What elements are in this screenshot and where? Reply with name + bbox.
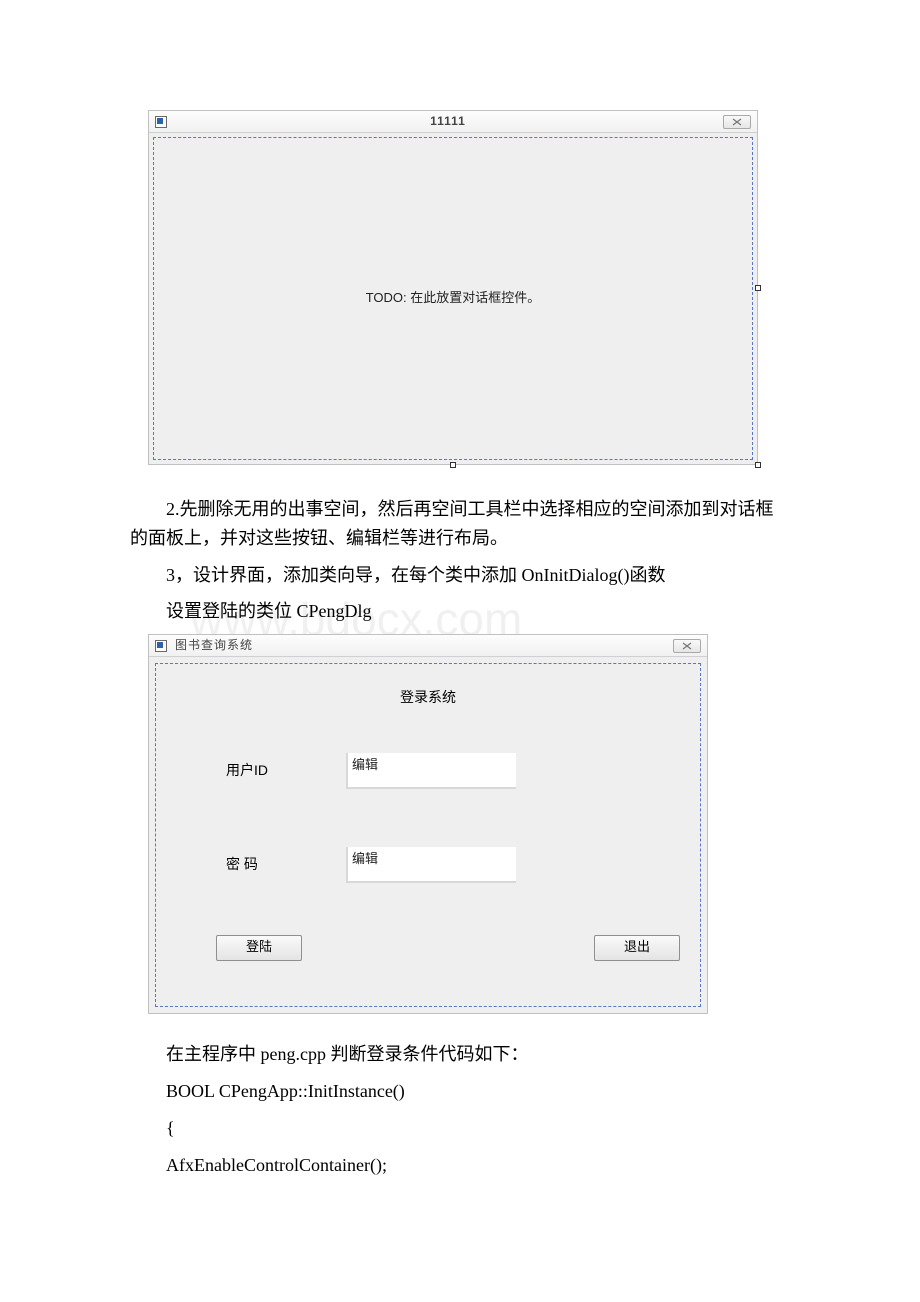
window-title: 11111	[173, 112, 723, 131]
app-icon	[155, 640, 167, 652]
paragraph-step-2: 2.先删除无用的出事空间，然后再空间工具栏中选择相应的空间添加到对话框的面板上，…	[130, 495, 790, 553]
user-id-label: 用户ID	[226, 759, 346, 781]
login-heading: 登录系统	[156, 686, 700, 708]
code-line: AfxEnableControlContainer();	[130, 1151, 790, 1180]
exit-button[interactable]: 退出	[594, 935, 680, 961]
resize-handle-icon[interactable]	[755, 462, 761, 468]
paragraph-class-note: 设置登陆的类位 CPengDlg	[130, 597, 790, 626]
form-row-password: 密 码 编辑	[226, 847, 700, 883]
resize-handle-icon[interactable]	[450, 462, 456, 468]
button-row: 登陆 退出	[156, 935, 700, 961]
login-button[interactable]: 登陆	[216, 935, 302, 961]
password-input[interactable]: 编辑	[346, 847, 516, 883]
designer-canvas[interactable]: TODO: 在此放置对话框控件。	[153, 137, 753, 460]
titlebar: 图书查询系统	[149, 635, 707, 657]
titlebar: 11111	[149, 111, 757, 133]
close-icon[interactable]	[673, 639, 701, 653]
user-id-input[interactable]: 编辑	[346, 753, 516, 789]
paragraph-step-3: 3，设计界面，添加类向导，在每个类中添加 OnInitDialog()函数	[130, 561, 790, 590]
close-icon[interactable]	[723, 115, 751, 129]
code-line: BOOL CPengApp::InitInstance()	[130, 1077, 790, 1106]
window-title: 图书查询系统	[173, 636, 673, 655]
placeholder-label: TODO: 在此放置对话框控件。	[366, 288, 541, 309]
dialog-designer-blank: 11111 TODO: 在此放置对话框控件。	[148, 110, 758, 465]
form-row-userid: 用户ID 编辑	[226, 753, 700, 789]
spacer	[302, 935, 594, 961]
password-label: 密 码	[226, 853, 346, 875]
app-icon	[155, 116, 167, 128]
login-form-canvas: 登录系统 用户ID 编辑 密 码 编辑 登陆 退出	[155, 663, 701, 1007]
dialog-designer-login: 图书查询系统 登录系统 用户ID 编辑 密 码 编辑 登陆 退出	[148, 634, 708, 1014]
resize-handle-icon[interactable]	[755, 285, 761, 291]
code-intro: 在主程序中 peng.cpp 判断登录条件代码如下：	[130, 1040, 790, 1069]
code-line: {	[130, 1114, 790, 1143]
